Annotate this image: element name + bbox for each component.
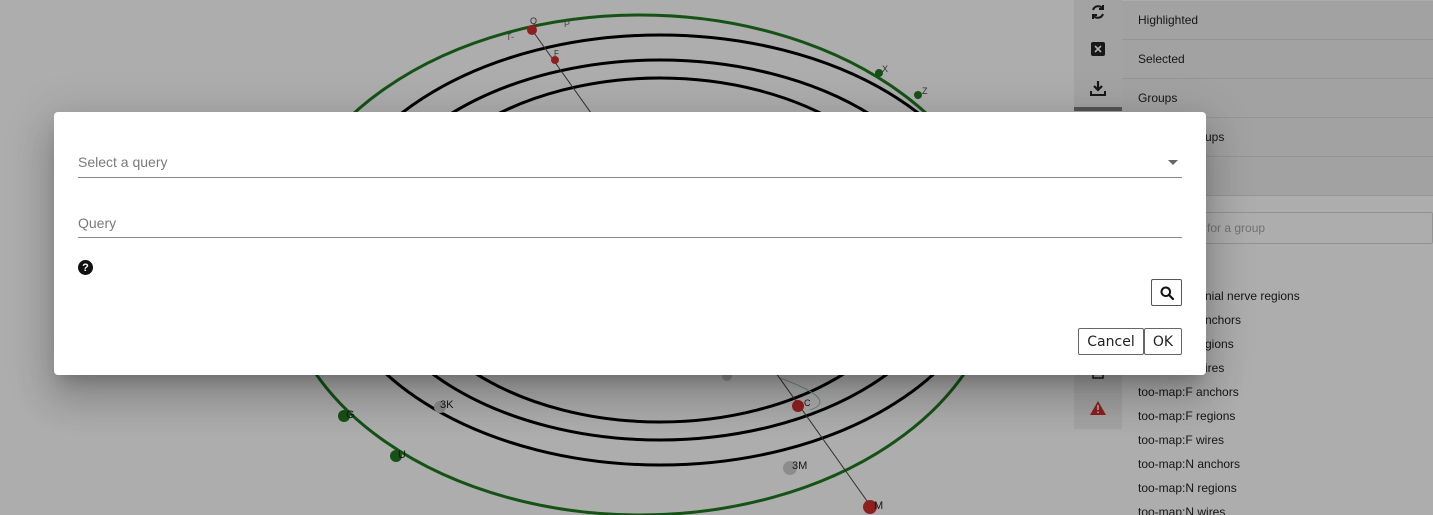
query-select[interactable]: Select a query [78, 150, 1182, 178]
query-select-label: Select a query [78, 154, 168, 170]
help-icon[interactable]: ? [78, 260, 93, 275]
ok-button[interactable]: OK [1144, 328, 1182, 355]
dropdown-arrow-icon[interactable] [1168, 160, 1178, 165]
query-dialog: Select a query Query ? Cancel OK [54, 112, 1206, 375]
query-input[interactable]: Query [78, 211, 1182, 238]
search-icon [1160, 286, 1174, 300]
cancel-button[interactable]: Cancel [1078, 328, 1144, 355]
query-input-label: Query [78, 215, 117, 231]
search-button[interactable] [1151, 279, 1182, 306]
